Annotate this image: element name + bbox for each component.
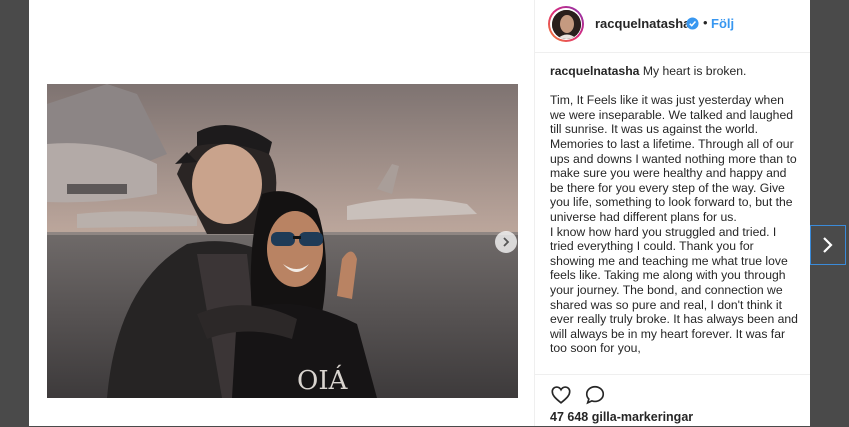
caption-headline: My heart is broken.	[642, 64, 747, 78]
caption: racquelnatasha My heart is broken. Tim, …	[550, 64, 800, 374]
chevron-right-icon	[823, 237, 833, 253]
avatar[interactable]	[548, 6, 584, 42]
avatar-photo	[551, 9, 581, 39]
caption-paragraph: I know how hard you struggled and tried.…	[550, 224, 798, 356]
caption-first-line: racquelnatasha My heart is broken.	[550, 64, 800, 79]
photo-scene: OIÁ	[47, 84, 518, 398]
heart-icon[interactable]	[550, 384, 572, 406]
verified-badge-icon	[686, 17, 699, 30]
username-link[interactable]: racquelnatasha	[595, 16, 690, 31]
caption-paragraph: Tim, It Feels like it was just yesterday…	[550, 93, 797, 224]
separator-dot: •	[703, 15, 708, 30]
carousel-next-button[interactable]	[495, 231, 517, 253]
comment-bubble-icon[interactable]	[584, 384, 606, 406]
follow-button[interactable]: Följ	[711, 16, 734, 31]
post-details-pane: racquelnatasha • Följ racquelnatasha My …	[534, 0, 810, 426]
action-bar: 47 648 gilla-markeringar	[535, 374, 810, 427]
post-header: racquelnatasha • Följ	[535, 0, 810, 53]
likes-count[interactable]: 47 648 gilla-markeringar	[550, 410, 693, 424]
post-modal: OIÁ racquelnatasha • Följ racquelnatasha…	[29, 0, 810, 426]
media-pane: OIÁ	[29, 0, 534, 426]
chevron-right-icon	[503, 237, 510, 247]
next-post-button[interactable]	[810, 225, 846, 265]
post-photo[interactable]: OIÁ	[47, 84, 518, 398]
shirt-text: OIÁ	[297, 364, 349, 396]
caption-username[interactable]: racquelnatasha	[550, 64, 639, 78]
